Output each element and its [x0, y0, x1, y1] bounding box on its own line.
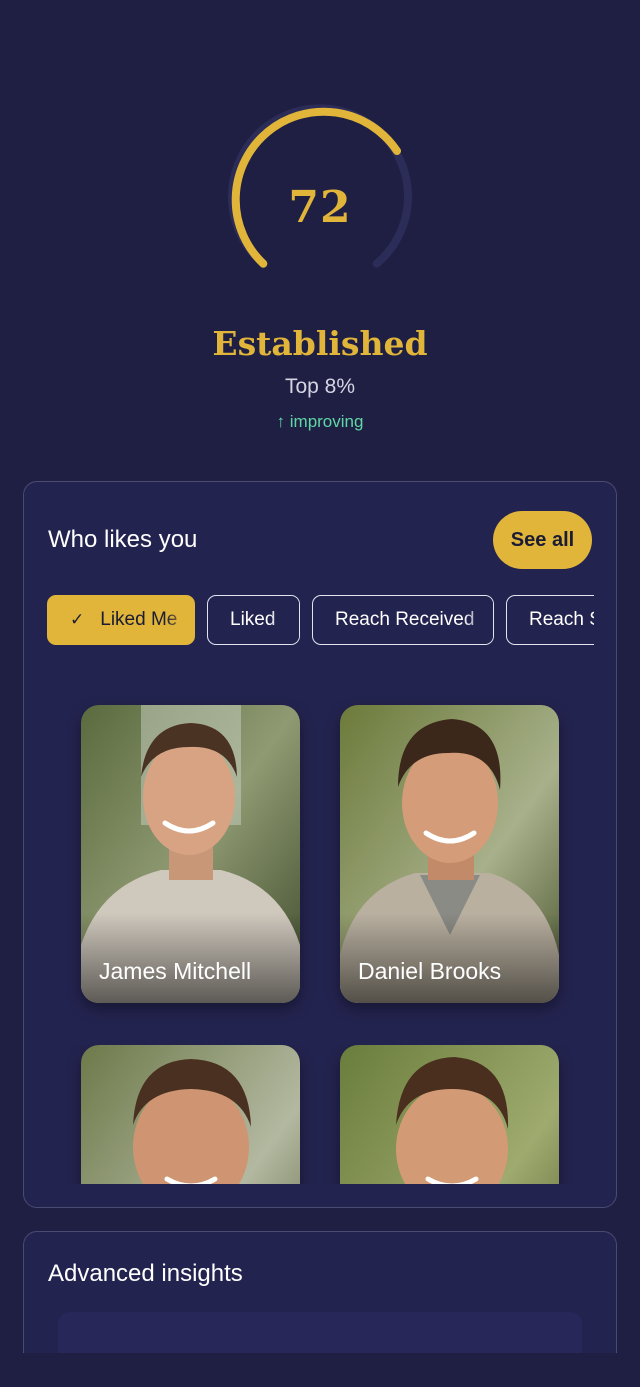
who-likes-you-card: Who likes you See all ✓ Liked Me Liked R… — [23, 481, 617, 1208]
chip-liked[interactable]: Liked — [207, 595, 300, 645]
filter-chips: ✓ Liked Me Liked Reach Received Reach Se… — [47, 595, 594, 645]
see-all-button[interactable]: See all — [493, 511, 592, 569]
advanced-insights-title: Advanced insights — [48, 1260, 243, 1287]
profile-photo — [81, 1045, 300, 1184]
profile-card[interactable]: James Mitchell — [81, 705, 300, 1003]
score-rank: Top 8% — [284, 375, 356, 398]
profile-name: Daniel Brooks — [358, 958, 502, 984]
chip-reach-received[interactable]: Reach Received — [312, 595, 494, 645]
score-gauge: 72 — [0, 100, 640, 280]
profile-row-partial — [24, 1045, 616, 1184]
chip-label: Reach Sent — [529, 609, 594, 630]
chip-reach-sent[interactable]: Reach Sent — [506, 595, 594, 645]
check-icon: ✓ — [70, 610, 85, 629]
screen-bottom — [0, 1353, 640, 1387]
profile-card[interactable]: Daniel Brooks — [340, 705, 559, 1003]
score-trend: ↑ improving — [276, 412, 364, 431]
who-likes-you-title: Who likes you — [48, 526, 198, 553]
score-value: 72 — [288, 182, 352, 233]
profile-card[interactable] — [340, 1045, 559, 1184]
profile-card[interactable] — [81, 1045, 300, 1184]
chip-liked-me[interactable]: ✓ Liked Me — [47, 595, 195, 645]
profile-name: James Mitchell — [99, 958, 252, 984]
score-tier: Established — [212, 324, 428, 363]
chip-label: Reach Received — [335, 609, 475, 630]
profile-photo — [340, 1045, 559, 1184]
